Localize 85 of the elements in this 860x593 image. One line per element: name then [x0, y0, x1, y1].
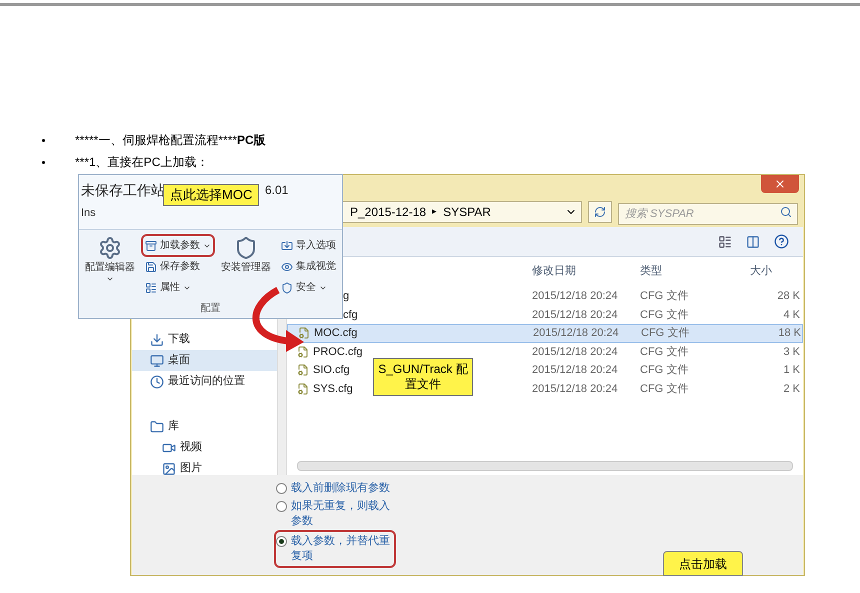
path-segment[interactable]: P_2015-12-18 — [350, 203, 426, 221]
file-name[interactable]: PROC.cfg — [287, 344, 367, 360]
file-size: 2 K — [782, 382, 800, 396]
radio-button[interactable] — [276, 536, 287, 547]
box-icon — [145, 240, 157, 252]
file-date: 2015/12/18 20:24 — [533, 326, 620, 341]
ribbon-button[interactable]: 加载参数 — [143, 236, 213, 255]
picture-icon — [162, 462, 176, 476]
nav-item[interactable]: 图片 — [132, 458, 277, 479]
ribbon-button[interactable]: 导入选项 — [279, 236, 338, 255]
close-icon — [774, 178, 786, 190]
search-icon[interactable] — [780, 206, 792, 218]
download-icon — [150, 332, 164, 346]
file-type: CFG 文件 — [640, 308, 690, 322]
file-size: 3 K — [782, 344, 800, 360]
file-date: 2015/12/18 20:24 — [532, 382, 619, 396]
file-type: CFG 文件 — [641, 326, 690, 341]
nav-item[interactable]: 桌面 — [132, 350, 277, 371]
bullet-text: ***1、直接在PC上加载： — [75, 154, 208, 171]
ribbon-button[interactable]: 保存参数 — [143, 257, 213, 276]
callout: S_GUN/Track 配置文件 — [373, 358, 473, 396]
file-date: 2015/12/18 20:24 — [532, 344, 619, 360]
bullet-icon — [42, 138, 45, 142]
horizontal-scrollbar[interactable] — [297, 461, 793, 471]
shield-icon — [281, 282, 293, 294]
file-name: MOC.cfg — [314, 326, 358, 341]
radio-option[interactable]: 如果无重复，则载入参数 — [276, 499, 394, 529]
column-header[interactable]: 大小 — [750, 262, 800, 280]
path-separator: ▸ — [432, 205, 438, 218]
preview-pane-icon[interactable] — [746, 234, 760, 248]
file-type: CFG 文件 — [640, 344, 690, 360]
file-name[interactable]: SYS.cfg — [287, 380, 367, 397]
file-date: 2015/12/18 20:24 — [532, 308, 619, 322]
close-button[interactable] — [761, 175, 799, 193]
nav-item[interactable]: 最近访问的位置 — [132, 371, 277, 392]
clock-icon — [150, 374, 164, 388]
callout: 点此选择MOC — [163, 184, 260, 206]
import-icon — [281, 240, 293, 252]
bullet-icon — [42, 160, 45, 164]
group-label: 配置 — [200, 302, 220, 316]
file-name[interactable]: SIO.cfg — [287, 362, 367, 378]
ribbon-button[interactable]: 安装管理器 — [217, 236, 275, 275]
file-type: CFG 文件 — [640, 382, 690, 396]
monitor-icon — [150, 354, 164, 368]
shield-icon — [234, 236, 258, 260]
config-file-icon — [297, 364, 309, 376]
list-icon — [145, 282, 157, 294]
help-icon[interactable] — [774, 234, 789, 249]
column-header[interactable]: 修改日期 — [532, 262, 640, 280]
version-text: 6.01 — [265, 182, 288, 199]
config-file-icon — [297, 382, 309, 395]
gear-icon — [98, 236, 122, 260]
bullet-text: *****一、伺服焊枪配置流程****PC版 — [75, 132, 266, 149]
nav-item[interactable]: 库 — [132, 416, 277, 437]
refresh-icon — [594, 206, 606, 218]
config-file-icon — [297, 346, 309, 358]
nav-item[interactable]: 下载 — [132, 329, 277, 350]
file-type: CFG 文件 — [640, 288, 690, 304]
file-size: 18 K — [777, 326, 801, 341]
refresh-button[interactable] — [588, 201, 612, 223]
view-icon[interactable] — [718, 234, 732, 248]
nav-item[interactable]: 视频 — [132, 437, 277, 458]
file-size: 1 K — [782, 363, 800, 378]
file-date: 2015/12/18 20:24 — [532, 289, 619, 304]
eye-icon — [281, 260, 293, 272]
path-segment[interactable]: SYSPAR — [443, 203, 491, 221]
radio-option[interactable]: 载入参数，并替代重复项 — [276, 532, 394, 566]
file-row[interactable]: MOC.cfg 2015/12/18 20:24 CFG 文件 18 K — [287, 324, 803, 342]
file-date: 2015/12/18 20:24 — [532, 363, 619, 378]
column-header[interactable]: 类型 — [640, 262, 750, 280]
radio-option[interactable]: 载入前删除现有参数 — [276, 481, 394, 496]
caret-icon — [106, 275, 114, 283]
radio-button[interactable] — [276, 501, 287, 512]
ribbon-button[interactable]: 安全 — [279, 278, 338, 297]
ribbon-button[interactable]: 集成视觉 — [279, 257, 338, 276]
ribbon-button[interactable]: 配置编辑器 — [81, 236, 139, 283]
search-field[interactable]: 搜索 SYSPAR — [618, 203, 798, 225]
config-file-icon — [298, 327, 310, 340]
file-size: 4 K — [782, 308, 800, 322]
folder-icon — [150, 420, 164, 434]
callout: 点击加载 — [663, 551, 743, 576]
ribbon-button[interactable]: 属性 — [143, 278, 213, 297]
file-type: CFG 文件 — [640, 362, 690, 378]
radio-button[interactable] — [276, 483, 287, 494]
file-size: 28 K — [776, 289, 800, 304]
